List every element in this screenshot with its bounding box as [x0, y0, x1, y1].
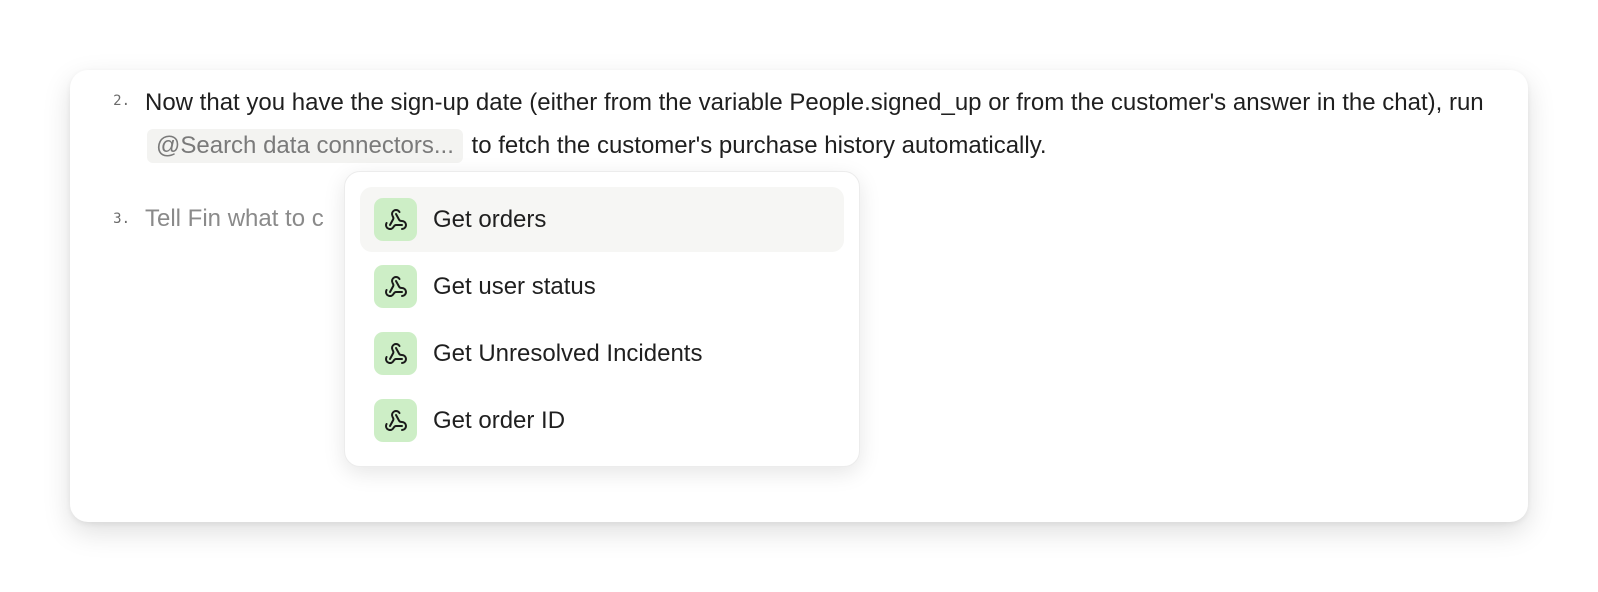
step-number: 3.	[113, 211, 130, 227]
step-number: 2.	[113, 93, 130, 109]
webhook-icon	[374, 399, 417, 442]
option-label: Get user status	[433, 272, 596, 300]
option-label: Get Unresolved Incidents	[433, 339, 703, 367]
option-get-user-status[interactable]: Get user status	[360, 254, 844, 319]
webhook-icon	[374, 265, 417, 308]
webhook-icon	[374, 332, 417, 375]
webhook-icon	[374, 198, 417, 241]
option-get-order-id[interactable]: Get order ID	[360, 388, 844, 453]
step-text-after: to fetch the customer's purchase history…	[471, 132, 1047, 159]
step-text-before: Now that you have the sign-up date (eith…	[145, 89, 1484, 116]
option-label: Get order ID	[433, 406, 566, 434]
data-connector-dropdown: Get orders Get user status Get Unresolve…	[344, 171, 860, 467]
option-get-orders[interactable]: Get orders	[360, 187, 844, 252]
option-get-unresolved-incidents[interactable]: Get Unresolved Incidents	[360, 321, 844, 386]
step-text-editor[interactable]: Now that you have the sign-up date (eith…	[145, 81, 1488, 167]
option-label: Get orders	[433, 205, 547, 233]
data-connector-search-chip[interactable]: @Search data connectors...	[147, 129, 463, 163]
